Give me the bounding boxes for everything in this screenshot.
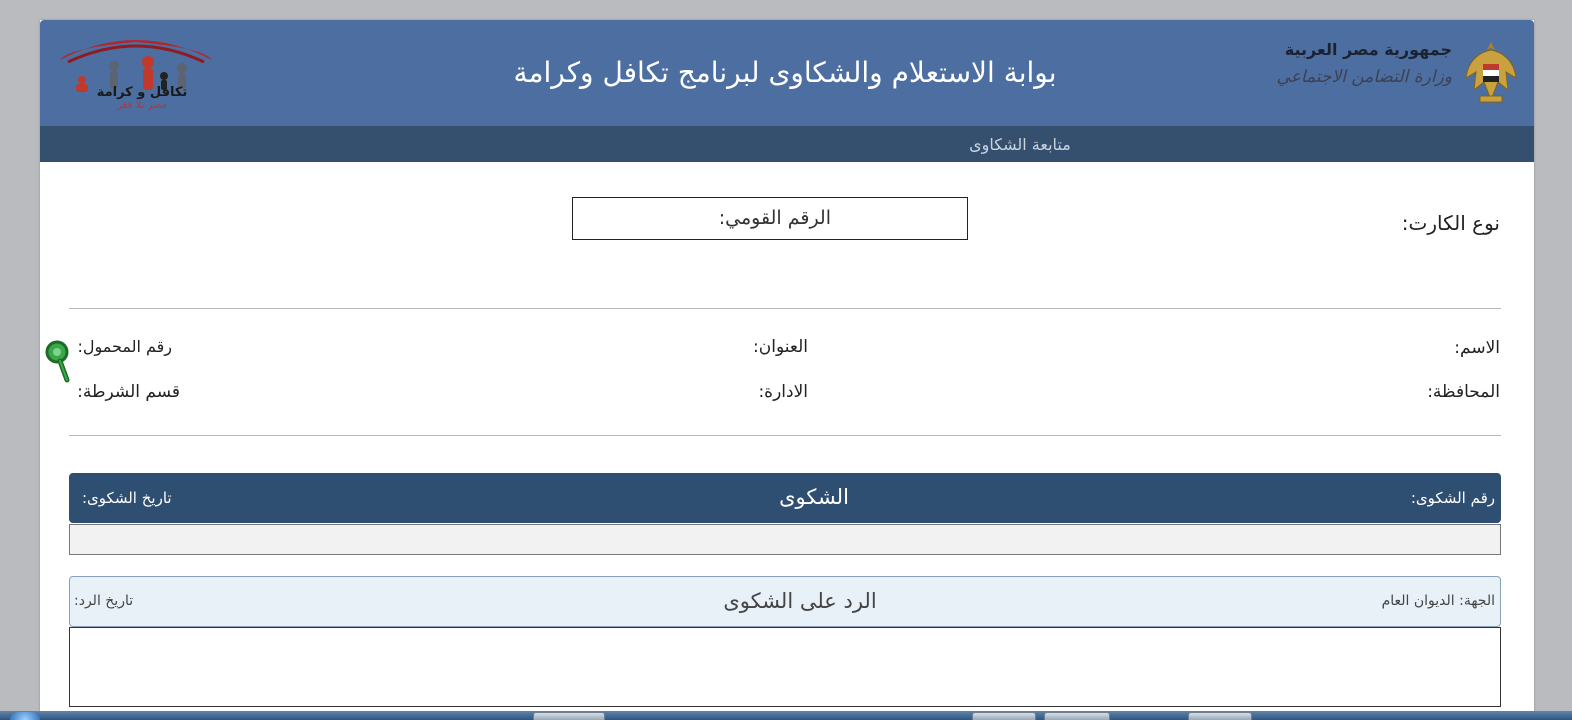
takaful-karama-logo: تكافل و كرامة مصر بلا فقر [54,26,218,118]
program-logo-subtext: مصر بلا فقر [116,100,167,111]
reply-date-label: تاريخ الرد: [74,593,134,609]
complaint-header-bar: رقم الشكوى: الشكوى تاريخ الشكوى: [69,473,1501,523]
complaint-date-label: تاريخ الشكوى: [82,489,172,507]
taskbar-button[interactable] [533,712,605,720]
address-label: العنوان: [753,337,808,357]
reply-entity-value: الديوان العام [1381,593,1455,609]
page-title: بوابة الاستعلام والشكاوى لبرنامج تكافل و… [513,56,1057,89]
header-banner: تكافل و كرامة مصر بلا فقر بوابة الاستعلا… [40,20,1534,126]
complaint-number-label: رقم الشكوى: [1410,489,1495,507]
program-logo-text: تكافل و كرامة مصر بلا فقر [72,86,212,112]
name-label: الاسم: [1454,338,1500,358]
taskbar [0,711,1572,720]
taskbar-button[interactable] [972,712,1036,720]
taskbar-button[interactable] [1188,712,1252,720]
reply-title: الرد على الشكوى [723,589,877,613]
page-container: تكافل و كرامة مصر بلا فقر بوابة الاستعلا… [40,20,1534,720]
reply-entity: الجهة: الديوان العام [1382,593,1495,609]
police-station-label: قسم الشرطة: [77,382,180,402]
complaint-text-field[interactable] [69,524,1501,555]
mobile-label: رقم المحمول: [77,337,172,356]
reply-text-field[interactable] [69,627,1501,707]
national-id-field[interactable]: الرقم القومي: [572,197,968,240]
start-button[interactable] [10,712,40,720]
subnav-bar: متابعة الشكاوى [40,126,1534,162]
divider [69,308,1501,309]
subnav-item-complaint-tracking[interactable]: متابعة الشكاوى [920,135,1120,154]
reply-header-bar: الجهة: الديوان العام الرد على الشكوى تار… [69,576,1501,627]
ministry-text: جمهورية مصر العربية وزارة التضامن الاجتم… [1277,38,1452,87]
department-label: الادارة: [758,382,808,402]
egypt-eagle-emblem-icon [1462,38,1520,106]
reply-entity-label: الجهة: [1459,593,1495,609]
ministry-country: جمهورية مصر العربية [1284,40,1452,59]
card-type-label: نوع الكارت: [1401,211,1500,235]
national-id-label: الرقم القومي: [718,207,831,229]
map-pin-icon [45,340,79,388]
ministry-name: وزارة التضامن الاجتماعي [1276,67,1452,87]
complaint-title: الشكوى [779,485,849,509]
divider [69,435,1501,436]
taskbar-button[interactable] [1044,712,1110,720]
ministry-branding: جمهورية مصر العربية وزارة التضامن الاجتم… [1260,38,1520,108]
governorate-label: المحافظة: [1427,382,1500,402]
